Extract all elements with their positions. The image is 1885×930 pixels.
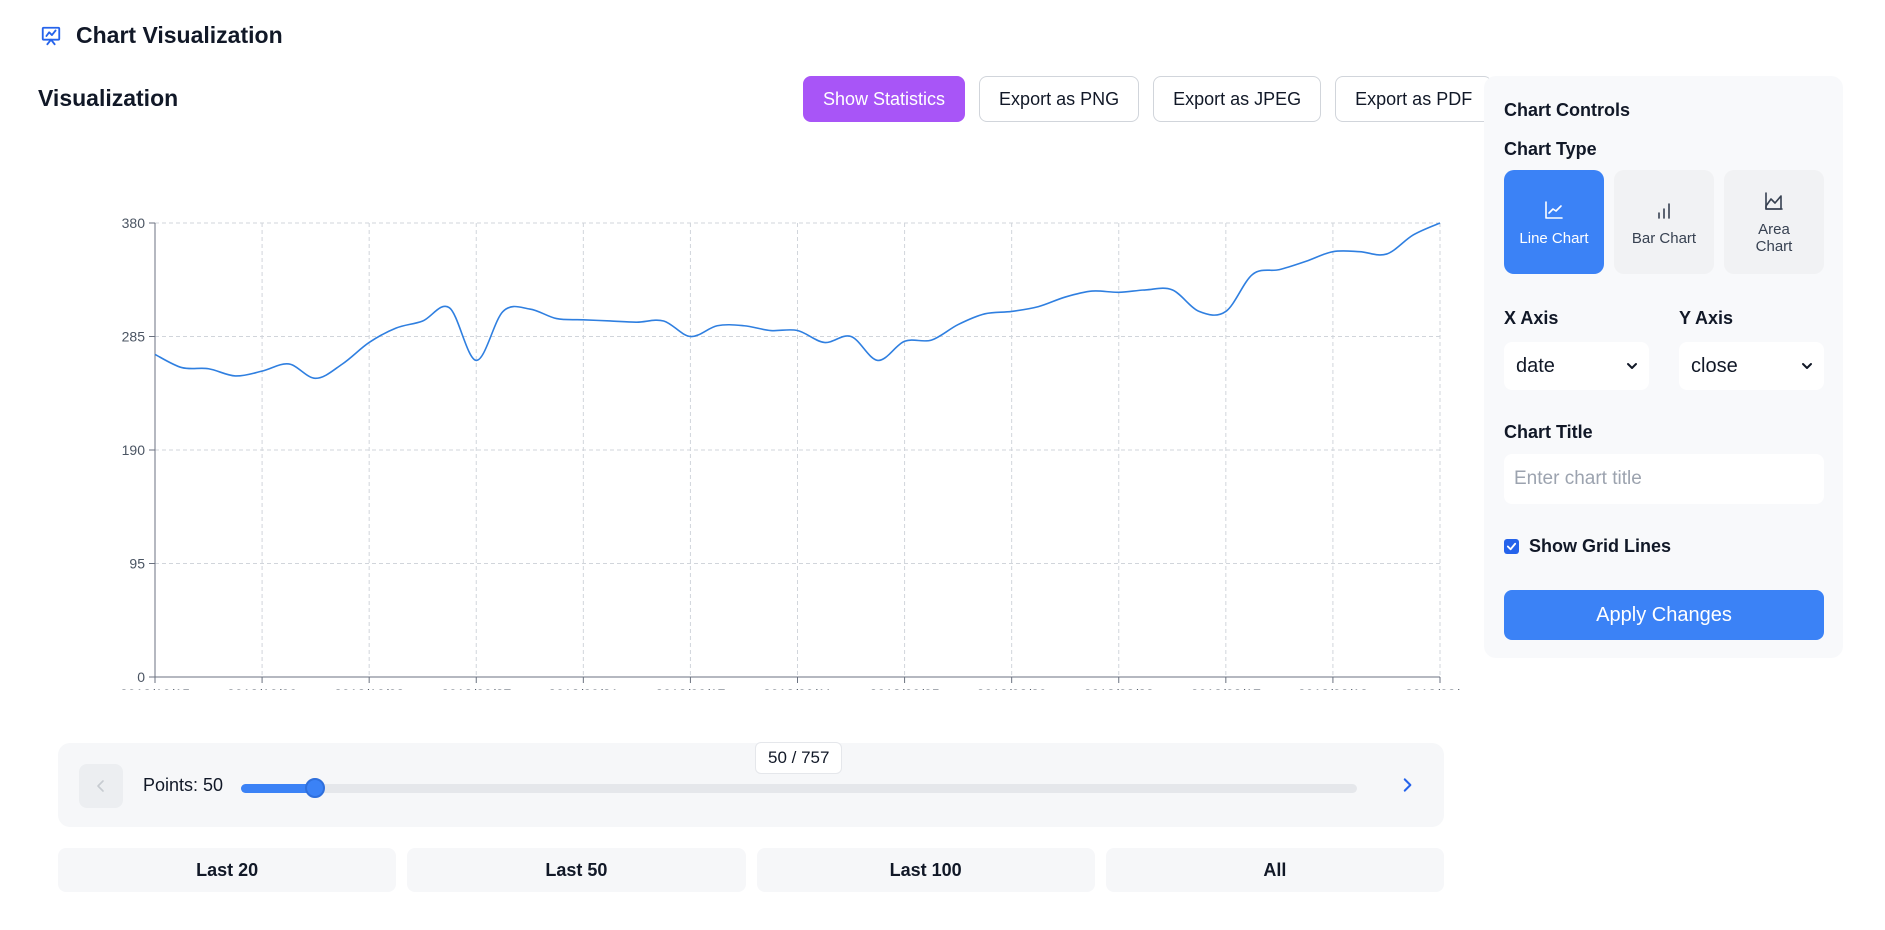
y-axis-select[interactable]: close bbox=[1679, 342, 1824, 390]
points-slider-thumb[interactable] bbox=[304, 778, 325, 798]
area-chart-icon bbox=[1765, 192, 1783, 210]
y-tick-label: 95 bbox=[129, 556, 145, 572]
bar-chart-type-label: Bar Chart bbox=[1631, 229, 1697, 247]
chart-svg: 0 95 190 285 380 2018/10/15 2018/10/09 2018/10/… bbox=[120, 215, 1460, 690]
show-statistics-button[interactable]: Show Statistics bbox=[803, 76, 966, 122]
bar-chart-icon bbox=[1658, 202, 1670, 219]
chart-controls-panel: Chart Controls Chart Type Line Chart Bar… bbox=[1484, 76, 1843, 658]
range-buttons: Last 20 Last 50 Last 100 All bbox=[58, 848, 1444, 892]
x-tick-label: 2018/09/05 bbox=[870, 686, 940, 690]
bar-chart-type-button[interactable]: Bar Chart bbox=[1614, 170, 1714, 274]
points-label: Points: 50 bbox=[143, 775, 224, 795]
chart-type-selector: Line Chart Bar Chart Area Chart bbox=[1504, 170, 1824, 274]
x-tick-label: 2018/09/17 bbox=[655, 686, 725, 690]
area-chart-type-button[interactable]: Area Chart bbox=[1724, 170, 1824, 274]
chevron-down-icon bbox=[1627, 363, 1637, 369]
x-tick-label: 2018/10/09 bbox=[227, 686, 297, 690]
last-100-button[interactable]: Last 100 bbox=[756, 848, 1095, 892]
chevron-down-icon bbox=[1802, 363, 1812, 369]
points-count-badge: 50 / 757 bbox=[755, 742, 843, 774]
line-chart-type-button[interactable]: Line Chart bbox=[1504, 170, 1604, 274]
app-header: Chart Visualization bbox=[40, 22, 283, 49]
chart-title-label: Chart Title bbox=[1504, 422, 1593, 442]
line-chart-icon bbox=[1545, 200, 1563, 219]
y-tick-label: 0 bbox=[137, 669, 145, 685]
chevron-left-icon bbox=[97, 780, 104, 792]
x-tick-label: 2018/08/13 bbox=[1298, 686, 1368, 690]
y-axis-label: Y Axis bbox=[1679, 308, 1734, 328]
app-title: Chart Visualization bbox=[76, 22, 283, 48]
y-tick-label: 285 bbox=[122, 329, 146, 345]
export-toolbar: Show Statistics Export as PNG Export as … bbox=[803, 76, 1493, 122]
x-tick-label: 2018/10/15 bbox=[120, 686, 190, 690]
presentation-chart-icon bbox=[40, 25, 62, 47]
data-range-slider-panel: Points: 50 50 / 757 bbox=[58, 742, 1444, 827]
x-tick-label: 2018/08/07 bbox=[1405, 686, 1460, 690]
x-tick-label: 2018/08/23 bbox=[1084, 686, 1154, 690]
last-50-button[interactable]: Last 50 bbox=[407, 848, 746, 892]
x-tick-label: 2018/09/27 bbox=[441, 686, 511, 690]
chart-type-label: Chart Type bbox=[1504, 139, 1597, 159]
area-chart-type-label: Area Chart bbox=[1755, 221, 1793, 255]
export-jpeg-button[interactable]: Export as JPEG bbox=[1153, 76, 1322, 122]
checkmark-icon bbox=[1506, 542, 1517, 551]
export-png-button[interactable]: Export as PNG bbox=[979, 76, 1140, 122]
line-chart: 0 95 190 285 380 2018/10/15 2018/10/09 2018/10/… bbox=[110, 185, 1460, 690]
last-20-button[interactable]: Last 20 bbox=[58, 848, 397, 892]
y-tick-label: 380 bbox=[122, 215, 146, 231]
chevron-right-icon bbox=[1403, 778, 1412, 792]
show-grid-row: Show Grid Lines bbox=[1504, 536, 1671, 557]
previous-button[interactable] bbox=[79, 764, 123, 808]
x-axis-label: X Axis bbox=[1504, 308, 1559, 328]
export-pdf-button[interactable]: Export as PDF bbox=[1335, 76, 1493, 122]
controls-title: Chart Controls bbox=[1504, 100, 1630, 120]
y-axis-select-value: close bbox=[1691, 354, 1738, 377]
show-grid-checkbox[interactable] bbox=[1504, 539, 1519, 554]
chart-title-input[interactable] bbox=[1504, 454, 1824, 504]
show-grid-label: Show Grid Lines bbox=[1529, 536, 1672, 556]
visualization-heading: Visualization bbox=[38, 85, 179, 111]
all-button[interactable]: All bbox=[1105, 848, 1444, 892]
next-button[interactable] bbox=[1389, 767, 1425, 803]
x-tick-label: 2018/08/17 bbox=[1191, 686, 1261, 690]
apply-changes-button[interactable]: Apply Changes bbox=[1504, 590, 1824, 640]
points-slider-fill bbox=[241, 784, 315, 793]
line-chart-type-label: Line Chart bbox=[1519, 229, 1589, 247]
x-tick-label: 2018/09/21 bbox=[548, 686, 618, 690]
x-tick-label: 2018/08/29 bbox=[977, 686, 1047, 690]
x-tick-label: 2018/09/11 bbox=[763, 686, 832, 690]
x-tick-label: 2018/10/03 bbox=[334, 686, 404, 690]
points-slider-track[interactable] bbox=[241, 784, 1357, 793]
y-tick-label: 190 bbox=[122, 442, 146, 458]
x-axis-select-value: date bbox=[1516, 354, 1555, 377]
x-axis-select[interactable]: date bbox=[1504, 342, 1649, 390]
